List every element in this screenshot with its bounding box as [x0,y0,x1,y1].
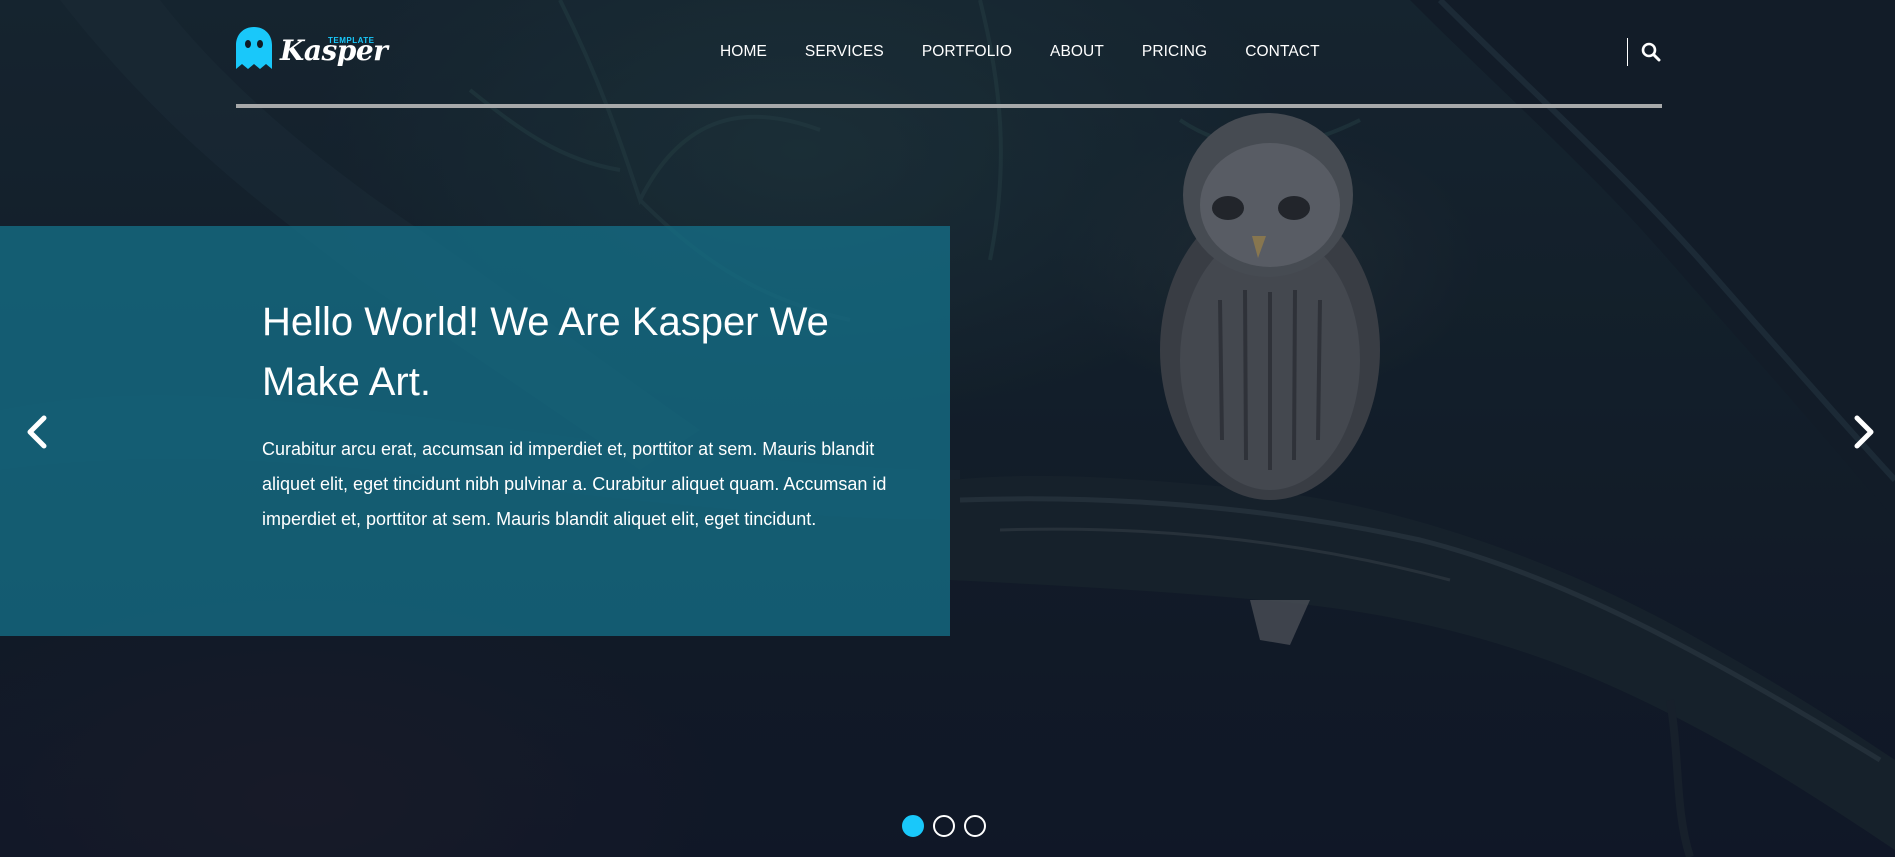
nav-item-home[interactable]: HOME [720,43,767,61]
slide-caption: Hello World! We Are Kasper We Make Art. … [0,226,950,636]
nav-item-portfolio[interactable]: PORTFOLIO [922,43,1012,61]
slider-next-button[interactable] [1843,410,1883,454]
search-icon [1641,42,1661,62]
chevron-right-icon [1854,415,1874,449]
brand-name: Kasper [280,34,388,67]
main-nav: HOME SERVICES PORTFOLIO ABOUT PRICING CO… [720,43,1358,61]
slider-bullet-1[interactable] [902,815,924,837]
nav-item-pricing[interactable]: PRICING [1142,43,1207,61]
search-button[interactable] [1627,38,1663,66]
slider-prev-button[interactable] [18,410,58,454]
chevron-left-icon [27,415,47,449]
slide-title: Hello World! We Are Kasper We Make Art. [262,300,829,404]
brand-logo[interactable]: TEMPLATE Kasper [236,26,388,74]
slider-bullet-3[interactable] [964,815,986,837]
site-header: TEMPLATE Kasper HOME SERVICES PORTFOLIO … [236,0,1662,109]
slide-text: Curabitur arcu erat, accumsan id imperdi… [262,439,887,529]
header-divider [236,104,1662,108]
nav-item-about[interactable]: ABOUT [1050,43,1104,61]
slider-bullets [902,815,995,837]
nav-item-contact[interactable]: CONTACT [1245,43,1319,61]
hero-section: TEMPLATE Kasper HOME SERVICES PORTFOLIO … [0,0,1895,857]
ghost-icon [236,27,272,69]
slider-bullet-2[interactable] [933,815,955,837]
nav-item-services[interactable]: SERVICES [805,43,884,61]
